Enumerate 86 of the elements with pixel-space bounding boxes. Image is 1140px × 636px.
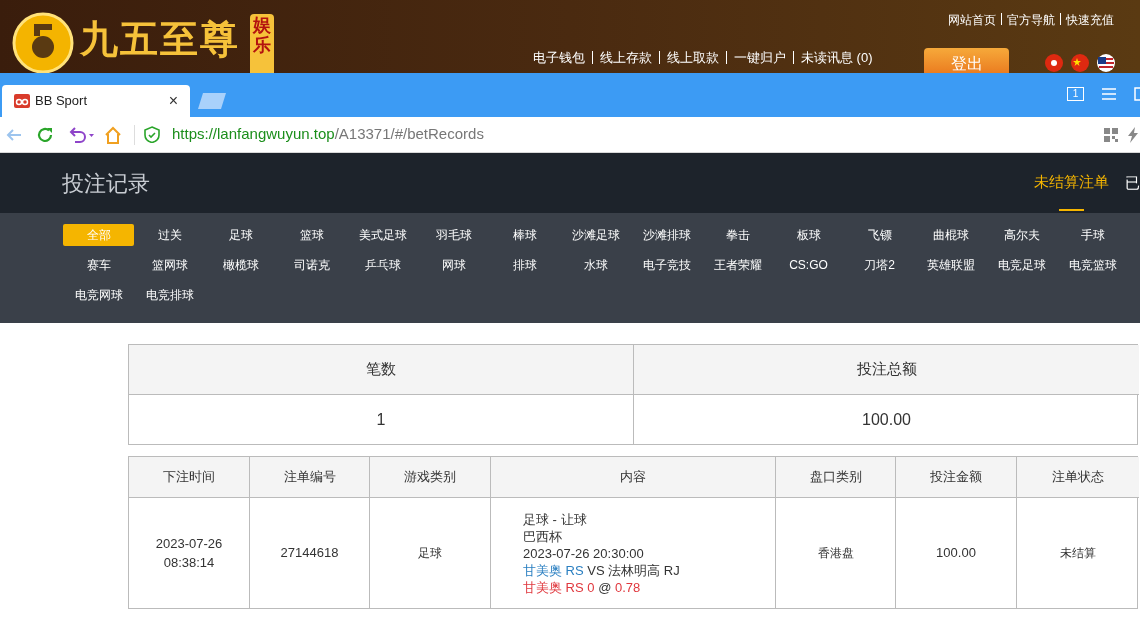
- table-header: 注单编号: [250, 457, 370, 498]
- close-icon[interactable]: ×: [168, 93, 178, 109]
- table-header: 笔数: [129, 345, 634, 395]
- new-tab-icon[interactable]: [198, 93, 226, 109]
- table-cell: 27144618: [250, 498, 370, 608]
- sport-filter[interactable]: 排球: [489, 254, 560, 276]
- bet-time: 08:38:14: [163, 554, 215, 572]
- sport-filter[interactable]: 篮球: [276, 224, 347, 246]
- table-header: 游戏类别: [370, 457, 491, 498]
- lightning-icon[interactable]: [1128, 126, 1138, 143]
- qr-code-icon[interactable]: [1104, 127, 1118, 142]
- sport-filter[interactable]: 篮网球: [134, 254, 205, 276]
- table-cell: 足球: [370, 498, 491, 608]
- sport-filter[interactable]: 板球: [773, 224, 844, 246]
- flag-icon[interactable]: [1097, 54, 1115, 72]
- page-title: 投注记录: [62, 169, 151, 198]
- nav-link[interactable]: 线上取款: [667, 48, 719, 68]
- sport-filter[interactable]: 沙滩排球: [631, 224, 702, 246]
- sport-filter[interactable]: 飞镖: [844, 224, 915, 246]
- content-line: 足球 - 让球: [523, 510, 588, 528]
- sport-filter[interactable]: 过关: [134, 224, 205, 246]
- table-header: 下注时间: [129, 457, 250, 498]
- undo-icon[interactable]: [68, 125, 94, 144]
- sport-filter[interactable]: 乒乓球: [347, 254, 418, 276]
- sport-filter[interactable]: 曲棍球: [915, 224, 986, 246]
- sport-filter[interactable]: CS:GO: [773, 254, 844, 276]
- table-header: 内容: [491, 457, 776, 498]
- back-icon[interactable]: [6, 127, 22, 142]
- logo-text: 九五至尊: [80, 20, 240, 62]
- tab-title: BB Sport: [35, 92, 89, 111]
- record-tab[interactable]: 已: [1125, 153, 1140, 213]
- table-cell: 100.00: [896, 498, 1017, 608]
- sport-filter[interactable]: 沙滩足球: [560, 224, 631, 246]
- sport-filter[interactable]: 电竞足球: [986, 254, 1057, 276]
- sport-filter[interactable]: 刀塔2: [844, 254, 915, 276]
- header-link[interactable]: 网站首页: [948, 11, 996, 29]
- reload-icon[interactable]: [36, 125, 54, 144]
- nav-link[interactable]: 线上存款: [600, 48, 652, 68]
- home-icon[interactable]: [104, 125, 122, 144]
- sport-filter[interactable]: 王者荣耀: [702, 254, 773, 276]
- sport-filter[interactable]: 橄榄球: [205, 254, 276, 276]
- flag-icon[interactable]: [1071, 54, 1089, 72]
- nav-link[interactable]: 一键归户: [734, 48, 786, 68]
- sport-filter[interactable]: 网球: [418, 254, 489, 276]
- content-line: 2023-07-26 20:30:00: [523, 544, 645, 562]
- nav-link[interactable]: 未读讯息 (0): [801, 48, 873, 68]
- nav-link[interactable]: 电子钱包: [533, 48, 585, 68]
- table-cell-text: 100.00: [861, 409, 912, 430]
- sport-filter[interactable]: 羽毛球: [418, 224, 489, 246]
- sport-filter[interactable]: 电子竞技: [631, 254, 702, 276]
- sport-filter[interactable]: 赛车: [63, 254, 134, 276]
- sport-filter[interactable]: 水球: [560, 254, 631, 276]
- window-icon[interactable]: [1134, 87, 1140, 101]
- content-line: 甘美奥 RS VS 法林明高 RJ: [523, 561, 681, 579]
- menu-icon[interactable]: [1102, 88, 1116, 100]
- table-header: 投注金额: [896, 457, 1017, 498]
- table-header: 盘口类别: [776, 457, 896, 498]
- logo-badge: 娱乐: [250, 14, 274, 73]
- sport-filter[interactable]: 英雄联盟: [915, 254, 986, 276]
- browser-tab[interactable]: BB Sport ×: [2, 85, 190, 117]
- content-line: 巴西杯: [523, 527, 563, 545]
- sport-filter[interactable]: 拳击: [702, 224, 773, 246]
- table-header: 注单状态: [1017, 457, 1139, 498]
- table-cell: 香港盘: [776, 498, 896, 608]
- bb-logo-icon: [14, 94, 30, 108]
- flag-icon[interactable]: [1045, 54, 1063, 72]
- header-link[interactable]: 快速充值: [1066, 11, 1114, 29]
- logo-coin-icon: [12, 12, 74, 73]
- shield-icon: [144, 126, 160, 143]
- table-cell: 1: [129, 395, 634, 444]
- sport-filter[interactable]: 高尔夫: [986, 224, 1057, 246]
- address-field[interactable]: https://lanfangwuyun.top/A13371/#/betRecords: [172, 123, 1104, 146]
- sport-filter[interactable]: 足球: [205, 224, 276, 246]
- bet-time: 2023-07-26: [155, 534, 223, 553]
- header-link[interactable]: 官方导航: [1007, 11, 1055, 29]
- sport-filter[interactable]: 司诺克: [276, 254, 347, 276]
- table-header: 投注总额: [634, 345, 1139, 395]
- record-tab[interactable]: 未结算注单: [1034, 153, 1109, 213]
- sport-filter[interactable]: 棒球: [489, 224, 560, 246]
- sport-filter[interactable]: 电竞网球: [63, 284, 134, 306]
- sport-filter[interactable]: 电竞排球: [134, 284, 205, 306]
- table-cell-text: 未结算: [1059, 545, 1097, 562]
- sport-filter[interactable]: 美式足球: [347, 224, 418, 246]
- content-line: 甘美奥 RS 0 @ 0.78: [523, 578, 642, 596]
- sport-filter[interactable]: 电竞篮球: [1057, 254, 1128, 276]
- sport-filter[interactable]: 手球: [1057, 224, 1128, 246]
